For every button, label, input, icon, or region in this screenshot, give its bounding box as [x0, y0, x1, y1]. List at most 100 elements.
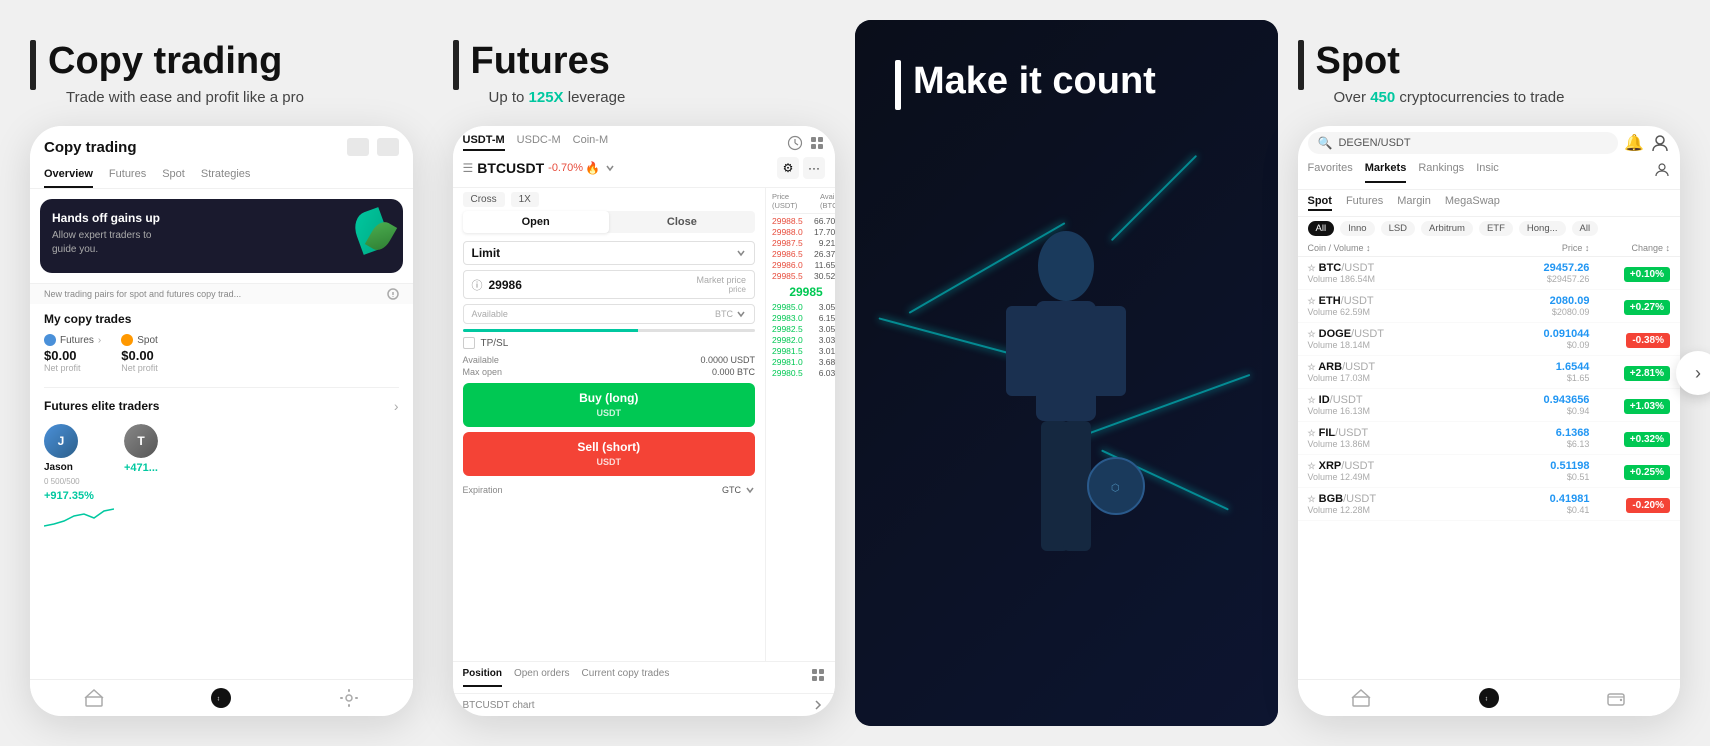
spot-row-bgb[interactable]: ☆ BGB/USDT Volume 12.28M 0.41981 $0.41 -… — [1298, 488, 1681, 521]
fut-fire-icon: 🔥 — [585, 161, 600, 175]
spot-badge-inner-3: +2.81% — [1624, 366, 1670, 381]
spot-subtab-megaswap[interactable]: MegaSwap — [1445, 195, 1500, 211]
ob-buy-7: 29980.56.037 — [772, 368, 835, 378]
fut-ctrl-2[interactable]: ··· — [803, 157, 825, 179]
spot-coin-info-1: ☆ ETH/USDT Volume 62.59M — [1308, 295, 1469, 317]
spot-price-7: 0.41981 — [1469, 493, 1590, 505]
panel-title-bar-1 — [30, 40, 36, 90]
spot-tab-favorites[interactable]: Favorites — [1308, 162, 1353, 183]
spot-row-id[interactable]: ☆ ID/USDT Volume 16.13M 0.943656 $0.94 +… — [1298, 389, 1681, 422]
fut-cross-btn[interactable]: Cross — [463, 192, 505, 207]
spot-price-usd-6: $0.51 — [1469, 472, 1590, 482]
spot-filter-etf[interactable]: ETF — [1479, 221, 1513, 236]
ob-buy-5: 29981.53.019 — [772, 346, 835, 356]
fut-limit-input[interactable]: Limit — [463, 241, 756, 265]
spot-row-fil[interactable]: ☆ FIL/USDT Volume 13.86M 6.1368 $6.13 +0… — [1298, 422, 1681, 455]
ct-futures-label: Futures — [60, 335, 94, 346]
spot-change-2: -0.38% — [1589, 330, 1670, 348]
spot-table-header: Coin / Volume ↕ Price ↕ Change ↕ — [1298, 240, 1681, 257]
fbt-open-orders[interactable]: Open orders — [514, 668, 570, 687]
fut-market-label: Market price price — [696, 275, 746, 294]
fbt-icon[interactable] — [811, 668, 825, 687]
ct-bottom-nav: ↕ — [30, 679, 413, 716]
fut-leverage-btn[interactable]: 1X — [511, 192, 539, 207]
spot-row-xrp[interactable]: ☆ XRP/USDT Volume 12.49M 0.51198 $0.51 +… — [1298, 455, 1681, 488]
spot-tab-inside[interactable]: Insic — [1476, 162, 1499, 183]
ct-elite-chevron[interactable]: › — [394, 398, 399, 414]
nav-settings[interactable] — [339, 688, 359, 708]
ct-banner-art — [341, 211, 391, 261]
oc-close-btn[interactable]: Close — [609, 211, 755, 233]
spot-subtab-margin[interactable]: Margin — [1397, 195, 1431, 211]
spot-person-tab[interactable] — [1654, 162, 1670, 183]
fut-buy-btn[interactable]: Buy (long) USDT — [463, 383, 756, 427]
spot-filter-inno[interactable]: Inno — [1340, 221, 1375, 236]
fut-sell-btn[interactable]: Sell (short) USDT — [463, 432, 756, 476]
nav-home[interactable] — [84, 688, 104, 708]
nav-chevron-right[interactable]: › — [1676, 351, 1710, 395]
tpsl-checkbox[interactable] — [463, 337, 475, 349]
spot-price-info-0: 29457.26 $29457.26 — [1469, 262, 1590, 284]
spot-row-arb[interactable]: ☆ ARB/USDT Volume 17.03M 1.6544 $1.65 +2… — [1298, 356, 1681, 389]
ct-my-copy-trades: My copy trades Futures › $0.00 Net profi… — [30, 304, 413, 381]
ct-tab-spot[interactable]: Spot — [162, 164, 185, 188]
spot-subtab-spot[interactable]: Spot — [1308, 195, 1332, 211]
home-icon — [84, 688, 104, 708]
ct-banner-title: Hands off gains up — [52, 211, 160, 225]
ct-tab-futures[interactable]: Futures — [109, 164, 146, 188]
spot-change-7: -0.20% — [1589, 495, 1670, 513]
ct-icon-1[interactable] — [347, 138, 369, 156]
fut-slider[interactable] — [463, 329, 756, 332]
exchange-icon: ↕ — [211, 688, 231, 708]
spot-price-1: 2080.09 — [1469, 295, 1590, 307]
spot-rows: ☆ BTC/USDT Volume 186.54M 29457.26 $2945… — [1298, 257, 1681, 679]
spot-price-usd-4: $0.94 — [1469, 406, 1590, 416]
spot-filter-all[interactable]: All — [1308, 221, 1335, 236]
spot-subtab-futures[interactable]: Futures — [1346, 195, 1383, 211]
ct-jason-chart — [44, 506, 114, 531]
ct-notification: New trading pairs for spot and futures c… — [30, 283, 413, 304]
spot-tab-rankings[interactable]: Rankings — [1418, 162, 1464, 183]
fut-avail-input[interactable]: Available BTC — [463, 304, 756, 324]
orderbook: Price(USDT) Avail.(BTC) 29988.566.709 29… — [772, 192, 835, 378]
fut-ctrl-1[interactable]: ⚙ — [777, 157, 799, 179]
fut-tab-usdc-m[interactable]: USDC-M — [517, 134, 561, 151]
spot-volume-5: Volume 13.86M — [1308, 439, 1469, 449]
fut-tab-coin-m[interactable]: Coin-M — [573, 134, 608, 151]
spot-nav-exchange[interactable]: ↕ — [1479, 688, 1499, 708]
ct-tab-overview[interactable]: Overview — [44, 164, 93, 188]
spot-row-doge[interactable]: ☆ DOGE/USDT Volume 18.14M 0.091044 $0.09… — [1298, 323, 1681, 356]
spot-nav-home[interactable] — [1351, 688, 1371, 708]
spot-change-1: +0.27% — [1589, 297, 1670, 315]
spot-filter-lsd[interactable]: LSD — [1381, 221, 1415, 236]
spot-row-eth[interactable]: ☆ ETH/USDT Volume 62.59M 2080.09 $2080.0… — [1298, 290, 1681, 323]
ct-tab-strategies[interactable]: Strategies — [201, 164, 251, 188]
fut-avail-label: Available — [472, 309, 508, 319]
ct-icon-2[interactable] — [377, 138, 399, 156]
spot-row-btc[interactable]: ☆ BTC/USDT Volume 186.54M 29457.26 $2945… — [1298, 257, 1681, 290]
nav-exchange[interactable]: ↕ — [211, 688, 231, 708]
fut-tab-usdt-m[interactable]: USDT-M — [463, 134, 505, 151]
spot-search-box[interactable]: 🔍 DEGEN/USDT — [1308, 132, 1619, 154]
spot-header-price: Price ↕ — [1469, 243, 1590, 253]
fbt-copy-trades[interactable]: Current copy trades — [582, 668, 670, 687]
oc-open-btn[interactable]: Open — [463, 211, 609, 233]
spot-tab-markets[interactable]: Markets — [1365, 162, 1407, 183]
spot-person-icon — [1650, 133, 1670, 153]
spot-filter-all2[interactable]: All — [1572, 221, 1599, 236]
panel-3-title: Make it count — [913, 60, 1156, 103]
ct-header: Copy trading Overview Futures Spot Strat… — [30, 126, 413, 189]
spot-badge-inner-2: -0.38% — [1626, 333, 1670, 348]
spot-filter-hong[interactable]: Hong... — [1519, 221, 1566, 236]
fbt-position[interactable]: Position — [463, 668, 502, 687]
fut-price-input[interactable]: ⓘ 29986 Market price price — [463, 270, 756, 299]
phone-mockup-4: 🔍 DEGEN/USDT 🔔 Favorites Markets Ranking… — [1298, 126, 1681, 716]
spot-pair-4: ☆ ID/USDT — [1308, 394, 1469, 406]
spot-filter-arbitrum[interactable]: Arbitrum — [1421, 221, 1473, 236]
spot-nav-wallet[interactable] — [1606, 688, 1626, 708]
fbt-grid-icon — [811, 668, 825, 682]
fut-main: Cross 1X Open Close Limit ⓘ — [453, 188, 836, 661]
spot-bell-icon[interactable]: 🔔 — [1624, 133, 1644, 153]
fut-controls: ⚙ ··· — [777, 157, 825, 179]
expiry-chevron — [745, 485, 755, 495]
